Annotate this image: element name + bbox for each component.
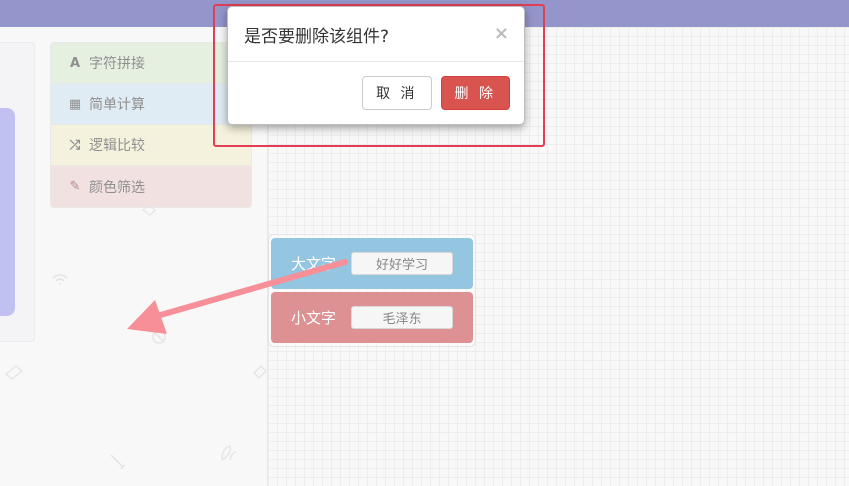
dialog-footer: 取 消 删 除 [362, 76, 510, 110]
delete-button[interactable]: 删 除 [440, 76, 510, 110]
cancel-button[interactable]: 取 消 [362, 76, 432, 110]
dialog-header: 是否要删除该组件? × [228, 7, 524, 62]
delete-confirm-dialog: 是否要删除该组件? × 取 消 删 除 [227, 6, 525, 125]
close-icon[interactable]: × [494, 23, 509, 44]
dialog-title: 是否要删除该组件? [244, 26, 390, 47]
